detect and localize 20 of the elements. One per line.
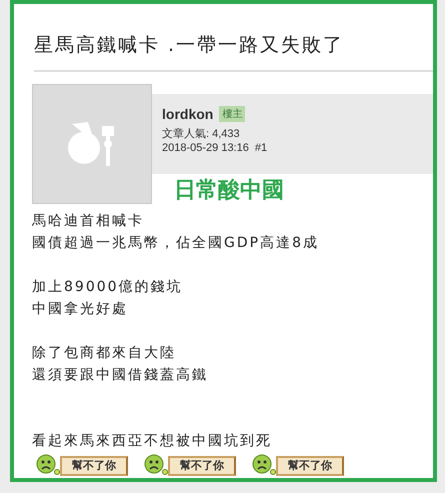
popularity-text: 文章人氣: 4,433 bbox=[162, 127, 241, 141]
post-text: 馬哈迪首相喊卡 bbox=[32, 212, 145, 231]
floor-number: #1 bbox=[254, 142, 268, 154]
post-text: 看起來馬來西亞不想被中國坑到死 bbox=[32, 432, 273, 451]
author-name[interactable]: lordkon bbox=[162, 106, 214, 122]
sad-face-icon bbox=[144, 454, 168, 476]
post-text: 加上89000億的錢坑 bbox=[32, 278, 184, 297]
post-text: 還須要跟中國借錢蓋高鐵 bbox=[32, 366, 209, 385]
thread-title: 星馬高鐵喊卡 .一帶一路又失敗了 bbox=[33, 33, 346, 58]
sticker-label: 幫不了你 bbox=[168, 456, 236, 476]
post-text: 中國拿光好處 bbox=[32, 300, 129, 319]
post-text: 除了包商都來自大陸 bbox=[32, 344, 177, 363]
sad-face-icon bbox=[36, 454, 60, 476]
post-timestamp: 2018-05-29 13:16 bbox=[162, 142, 249, 154]
post-text: 國債超過一兆馬幣，佔全國GDP高達8成 bbox=[32, 234, 320, 253]
sticker-label: 幫不了你 bbox=[60, 456, 128, 476]
role-badge: 樓主 bbox=[219, 106, 246, 122]
sad-face-icon bbox=[252, 454, 276, 476]
sticker-label: 幫不了你 bbox=[276, 456, 344, 476]
post-headline: 日常酸中國 bbox=[174, 177, 285, 205]
